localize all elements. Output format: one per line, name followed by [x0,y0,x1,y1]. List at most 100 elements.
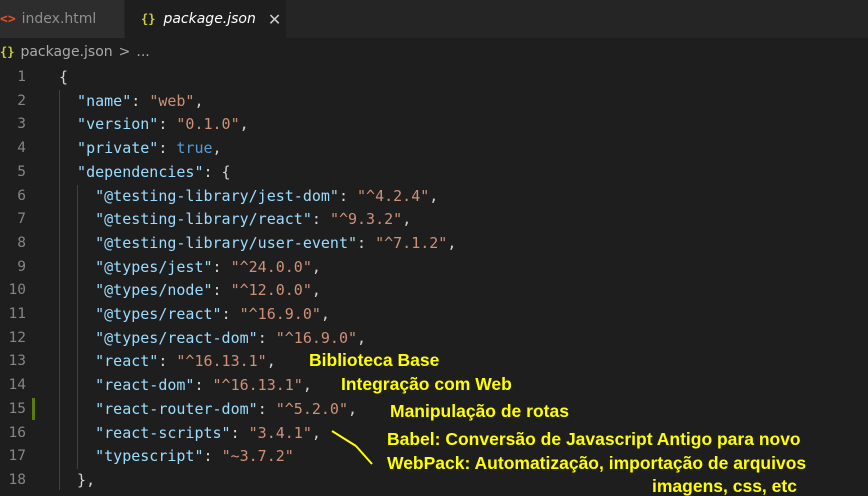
code-line[interactable]: 12 "@types/react-dom": "^16.9.0", [0,327,868,351]
code-editor[interactable]: 18 }, 17 "typescript": "~3.7.2" 16 "react-… [0,66,868,496]
token-punc: , [194,91,204,110]
code-line[interactable]: 7 "@testing-library/react": "^9.3.2", [0,208,868,232]
close-icon[interactable]: ✕ [268,10,281,29]
code-line[interactable]: 3 "version": "0.1.0", [0,113,868,137]
breadcrumb: {} package.json > ... [0,38,868,66]
code-line[interactable]: 4 "private": true, [0,137,868,161]
line-number: 9 [17,258,26,275]
line-number: 13 [8,353,26,370]
code-text[interactable]: "@types/react-dom": "^16.9.0", [59,327,366,351]
line-number: 1 [17,69,26,85]
line-number: 5 [17,163,26,180]
token-punc: , [429,186,439,205]
token-key: "react-router-dom" [59,399,258,418]
token-punc: : [230,423,249,442]
token-key: "private" [59,139,159,158]
token-punc: , [311,423,321,442]
tab-bar: <> index.html {} package.json ✕ [0,0,868,38]
annotation-react-dom: Integração com Web [341,374,512,394]
code-text[interactable]: "name": "web", [59,90,204,114]
code-text[interactable]: { [59,66,68,90]
code-text[interactable]: "@types/node": "^12.0.0", [59,279,321,303]
code-text[interactable]: "react-router-dom": "^5.2.0", [59,398,357,422]
token-punc: , [348,399,358,418]
line-number: 14 [8,377,26,394]
annotation-webpack-cont: imagens, css, etc [652,476,797,496]
token-punc: : [131,91,150,110]
annotation-webpack: WebPack: Automatização, importação de ar… [387,453,807,473]
code-line[interactable]: 10 "@types/node": "^12.0.0", [0,279,868,303]
code-text[interactable]: "@testing-library/user-event": "^7.1.2", [59,232,456,256]
token-str: "^9.3.2" [329,210,403,229]
code-text[interactable]: "@types/react": "^16.9.0", [59,303,330,327]
token-punc: , [447,233,457,252]
token-punc: : [357,233,376,252]
token-key: "@types/react-dom" [59,328,258,347]
line-number: 16 [8,424,26,441]
token-punc: , [266,352,276,371]
code-text[interactable]: "version": "0.1.0", [59,113,249,137]
code-line[interactable]: 5 "dependencies": { [0,161,868,185]
code-text[interactable]: "@testing-library/react": "^9.3.2", [59,208,411,232]
code-text[interactable]: "private": true, [59,137,222,161]
code-line[interactable]: 6 "@testing-library/jest-dom": "^4.2.4", [0,185,868,209]
token-str: "web" [149,91,195,110]
annotation-react: Biblioteca Base [309,350,440,370]
token-key: "@testing-library/jest-dom" [59,186,339,205]
code-text[interactable]: "react-dom": "^16.13.1", [59,374,312,398]
token-str: "^7.1.2" [375,233,448,252]
indent-guide [77,185,78,469]
token-punc: : [212,257,231,276]
token-punc: : [257,328,276,347]
token-punc: : [212,281,231,300]
line-number: 2 [17,92,26,109]
code-line[interactable]: 1{ [0,66,868,90]
line-number: 6 [17,187,26,204]
token-punc: , [239,115,249,134]
tab-label: index.html [21,11,97,27]
token-str: "^5.2.0" [275,399,348,418]
line-number: 7 [17,211,26,228]
token-punc: , [302,376,312,395]
token-punc: : [257,399,276,418]
code-text[interactable]: "react": "^16.13.1", [59,350,276,374]
code-text[interactable]: "react-scripts": "3.4.1", [59,422,321,446]
annotation-router: Manipulação de rotas [390,401,569,421]
code-text[interactable]: "dependencies": { [59,161,231,185]
line-number: 12 [8,329,26,346]
line-number: 3 [17,116,26,133]
line-number: 11 [8,306,26,322]
line-number: 18 [8,471,26,488]
code-text[interactable]: "@testing-library/jest-dom": "^4.2.4", [59,185,438,209]
indent-guide [59,90,60,490]
code-line[interactable]: 8 "@testing-library/user-event": "^7.1.2… [0,232,868,256]
breadcrumb-more[interactable]: ... [136,44,149,60]
breadcrumb-file[interactable]: package.json [20,44,112,60]
code-text[interactable]: "@types/jest": "^24.0.0", [59,256,321,280]
tab-index-html[interactable]: <> index.html [0,0,124,38]
line-number: 10 [8,282,26,299]
token-punc: : { [203,162,231,181]
token-punc: : [311,210,330,229]
token-punc: }, [59,470,96,489]
code-line[interactable]: 11 "@types/react": "^16.9.0", [0,303,868,327]
code-text[interactable]: "typescript": "~3.7.2" [59,445,294,469]
token-str: "0.1.0" [176,115,240,134]
code-text[interactable]: }, [59,469,95,493]
token-key: "@testing-library/react" [59,210,312,229]
tab-package-json[interactable]: {} package.json ✕ [124,0,286,38]
token-key: "react" [59,352,159,371]
token-punc: , [402,210,412,229]
token-str: "3.4.1" [248,423,312,442]
code-line[interactable]: 2 "name": "web", [0,90,868,114]
token-str: "^16.13.1" [212,376,303,395]
token-key: "@types/react" [59,305,222,323]
token-punc: { [59,68,69,86]
code-line[interactable]: 9 "@types/jest": "^24.0.0", [0,256,868,280]
token-key: "version" [59,115,159,134]
line-number: 17 [8,448,26,465]
json-file-icon: {} [141,12,156,26]
token-str: "^24.0.0" [230,257,312,276]
annotation-babel: Babel: Conversão de Javascript Antigo pa… [387,429,801,449]
token-str: "~3.7.2" [221,447,294,466]
